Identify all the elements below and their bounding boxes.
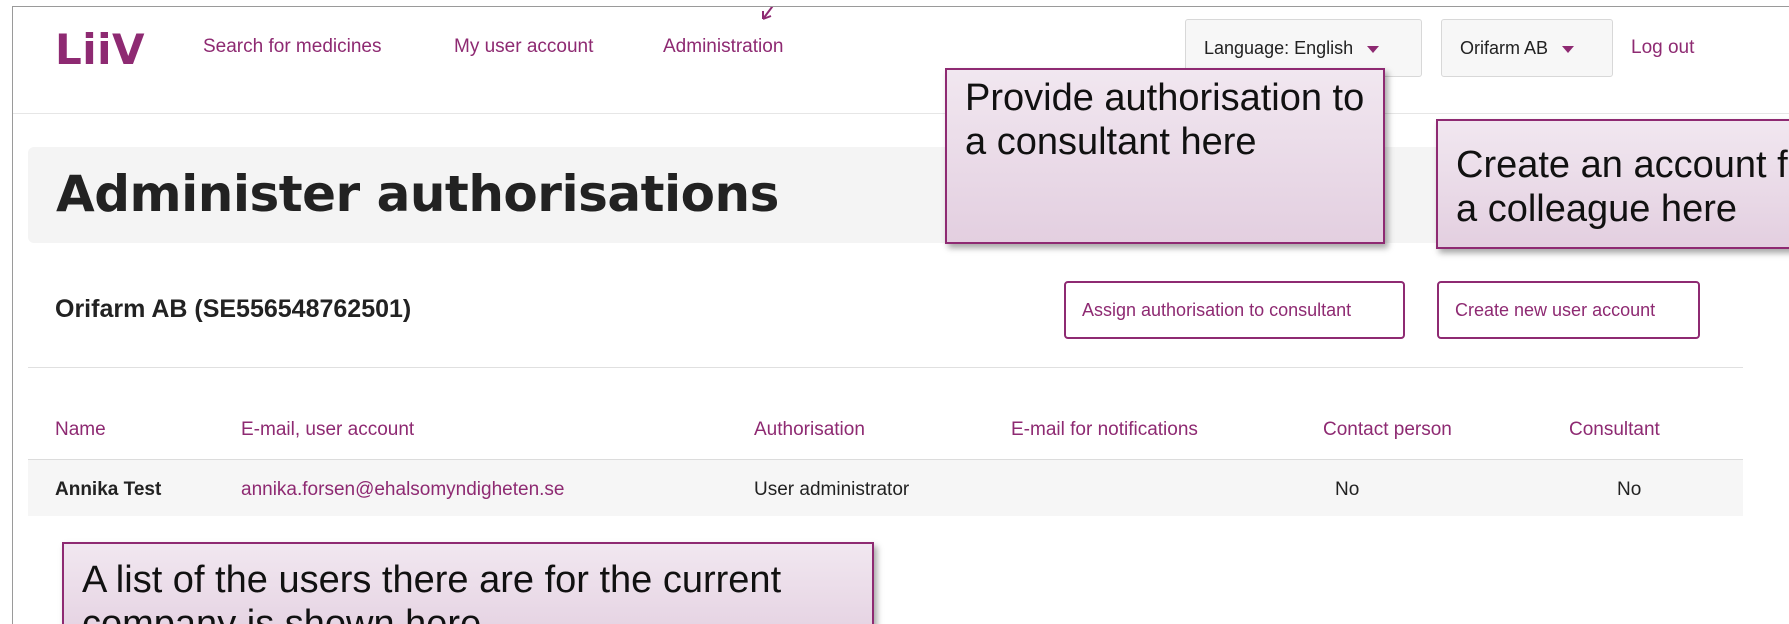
create-user-account-button[interactable]: Create new user account [1437,281,1700,339]
nav-my-user-account[interactable]: My user account [454,36,593,58]
logout-link[interactable]: Log out [1631,37,1694,59]
cell-name: Annika Test [55,479,162,500]
column-header-contact-person[interactable]: Contact person [1323,419,1452,441]
page-title: Administer authorisations [56,165,779,223]
section-divider [28,367,1743,368]
column-header-email[interactable]: E-mail, user account [241,419,414,441]
company-heading: Orifarm AB (SE556548762501) [55,295,412,323]
column-header-name[interactable]: Name [55,419,106,441]
cell-contact-person: No [1335,479,1360,500]
arrow-pointer-icon [762,7,774,20]
liiv-logo[interactable]: LiiV [55,25,145,74]
callout-colleague: Create an account for a colleague here [1436,119,1789,249]
app-frame: LiiV Search for medicines My user accoun… [12,6,1789,624]
table-row[interactable]: Annika Test annika.forsen@ehalsomyndighe… [28,459,1743,516]
cell-consultant: No [1617,479,1642,500]
top-header: LiiV Search for medicines My user accoun… [13,7,1789,114]
assign-authorisation-button[interactable]: Assign authorisation to consultant [1064,281,1405,339]
cell-email-link[interactable]: annika.forsen@ehalsomyndigheten.se [241,479,565,501]
cell-authorisation: User administrator [754,479,910,500]
chevron-down-icon [1562,45,1575,53]
company-select[interactable]: Orifarm AB [1441,19,1613,77]
column-header-consultant[interactable]: Consultant [1569,419,1660,441]
chevron-down-icon [1367,45,1380,53]
nav-administration[interactable]: Administration [663,36,783,58]
company-select-label: Orifarm AB [1460,38,1549,58]
column-header-notification-email[interactable]: E-mail for notifications [1011,419,1198,441]
callout-consultant: Provide authorisation to a consultant he… [945,68,1385,244]
callout-users: A list of the users there are for the cu… [62,542,874,624]
language-select-label: Language: English [1204,38,1354,58]
column-header-authorisation[interactable]: Authorisation [754,419,865,441]
nav-search-medicines[interactable]: Search for medicines [203,36,381,58]
